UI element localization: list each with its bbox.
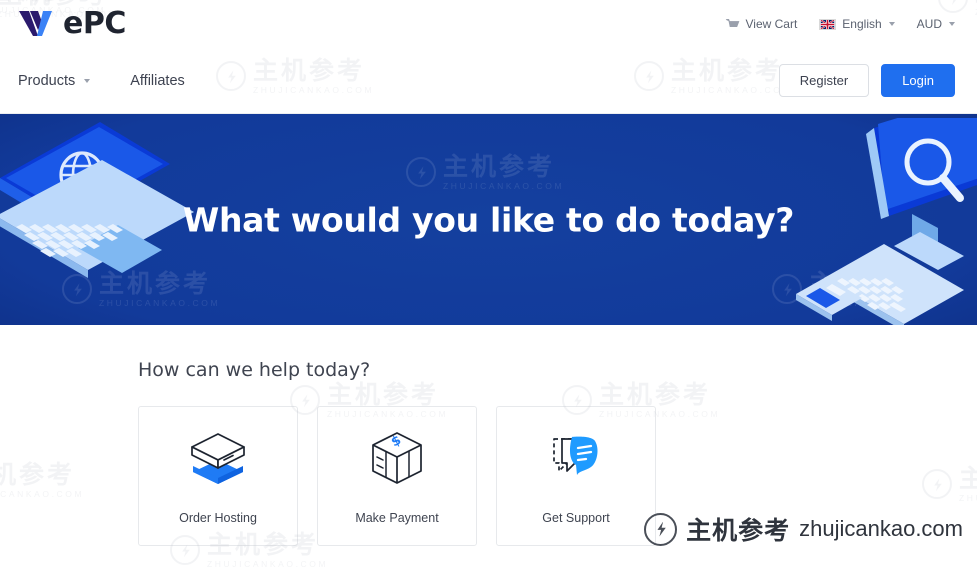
chevron-down-icon bbox=[949, 22, 955, 26]
login-button[interactable]: Login bbox=[881, 64, 955, 97]
card-get-support[interactable]: Get Support bbox=[496, 406, 656, 546]
nav-actions: Register Login bbox=[779, 64, 955, 97]
w-logo-icon bbox=[18, 9, 63, 39]
card-order-hosting-label: Order Hosting bbox=[179, 511, 257, 525]
nav-item-affiliates[interactable]: Affiliates bbox=[130, 73, 185, 89]
watermark: 主机参考 ZHUJICANKAO.COM bbox=[406, 154, 564, 191]
currency-label: AUD bbox=[917, 17, 942, 31]
nav-item-products[interactable]: Products bbox=[18, 73, 90, 89]
currency-selector[interactable]: AUD bbox=[917, 17, 955, 31]
view-cart-label: View Cart bbox=[746, 17, 798, 31]
zhujicankao-logo-icon bbox=[644, 513, 677, 546]
brand-watermark: 主机参考 zhujicankao.com bbox=[644, 511, 963, 547]
language-selector[interactable]: English bbox=[819, 17, 894, 31]
hero-title: What would you like to do today? bbox=[0, 200, 977, 239]
card-order-hosting[interactable]: Order Hosting bbox=[138, 406, 298, 546]
view-cart-link[interactable]: View Cart bbox=[725, 17, 798, 31]
chevron-down-icon bbox=[84, 79, 90, 83]
cart-icon bbox=[725, 18, 740, 31]
help-section-title: How can we help today? bbox=[138, 359, 977, 381]
server-stack-icon bbox=[185, 427, 251, 489]
chat-bubbles-icon bbox=[545, 427, 607, 489]
main-navigation: Products Affiliates Register Login bbox=[0, 48, 977, 114]
chevron-down-icon bbox=[889, 22, 895, 26]
card-get-support-label: Get Support bbox=[542, 511, 609, 525]
site-logo[interactable]: ePC bbox=[18, 9, 126, 39]
utility-links: View Cart English AUD bbox=[725, 17, 956, 31]
brand-watermark-cn: 主机参考 bbox=[686, 511, 790, 547]
card-make-payment-label: Make Payment bbox=[355, 511, 438, 525]
nav-links: Products Affiliates bbox=[18, 73, 185, 89]
nav-item-products-label: Products bbox=[18, 73, 75, 89]
zhujicankao-logo-icon bbox=[406, 157, 436, 187]
hero-banner: What would you like to do today? 主机参考 ZH… bbox=[0, 114, 977, 325]
brand-watermark-domain: zhujicankao.com bbox=[799, 516, 963, 542]
card-make-payment[interactable]: $ Make Payment bbox=[317, 406, 477, 546]
register-button[interactable]: Register bbox=[779, 64, 869, 97]
uk-flag-icon bbox=[819, 19, 836, 30]
language-label: English bbox=[842, 17, 881, 31]
top-utility-bar: ePC View Cart English bbox=[0, 0, 977, 48]
logo-text: ePC bbox=[63, 9, 126, 39]
money-box-icon: $ bbox=[366, 427, 428, 489]
nav-item-affiliates-label: Affiliates bbox=[130, 73, 185, 89]
